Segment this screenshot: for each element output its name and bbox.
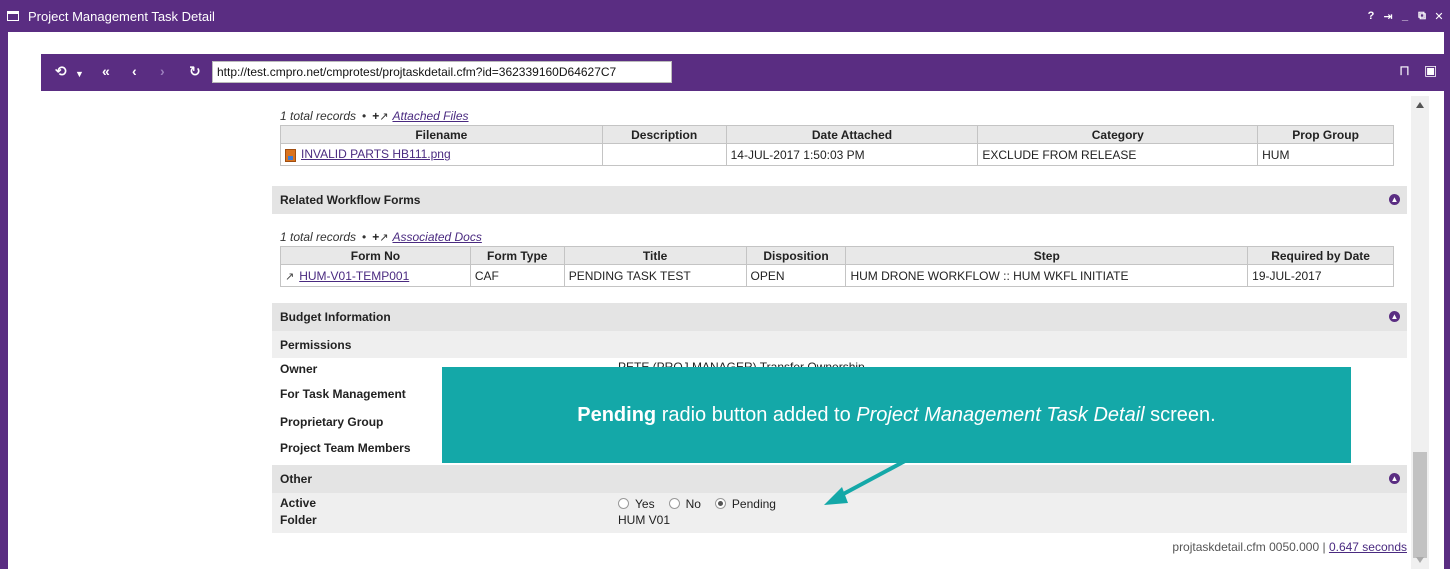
table-row: ↗ HUM-V01-TEMP001 CAF PENDING TASK TEST O… [280,264,1394,287]
scroll-up-icon[interactable] [1416,102,1424,108]
minimize-icon[interactable]: _ [1400,10,1410,23]
owner-label: Owner [280,362,318,376]
cell-date: 14-JUL-2017 1:50:03 PM [725,143,979,166]
column-header[interactable]: Form Type [469,246,565,265]
help-icon[interactable]: ? [1366,10,1376,23]
form-no-link[interactable]: HUM-V01-TEMP001 [299,269,409,283]
pin-icon[interactable]: ⇥ [1383,10,1393,23]
workflow-records: 1 total records • +↗ Associated Docs [280,230,482,244]
page-footer: projtaskdetail.cfm 0050.000 | 0.647 seco… [1172,540,1407,554]
attached-files-link[interactable]: Attached Files [392,109,468,123]
collapse-icon[interactable]: ▲ [1389,311,1400,322]
column-header[interactable]: Category [977,125,1259,144]
scroll-down-icon[interactable] [1416,557,1424,563]
collapse-icon[interactable]: ▲ [1389,473,1400,484]
column-header[interactable]: Description [601,125,727,144]
bookmark-icon[interactable]: ⊓ [1399,62,1410,79]
radio-yes[interactable] [618,498,629,509]
forward-icon[interactable]: › [160,62,165,80]
project-team-label: Project Team Members [280,441,411,455]
workflow-forms-table: Form No Form Type Title Disposition Step… [280,246,1394,287]
window-icon [7,11,19,21]
history-dropdown-icon[interactable]: ▼ [75,65,84,83]
collapse-icon[interactable]: ▲ [1389,194,1400,205]
timing-link[interactable]: 0.647 seconds [1329,540,1407,554]
browser-toolbar: ⟲ ▼ « ‹ › ↻ http://test.cmpro.net/cmprot… [41,54,1445,91]
title-bar: Project Management Task Detail ? ⇥ _ ⧉ ✕ [0,0,1450,32]
vertical-scrollbar[interactable] [1411,96,1429,569]
url-field[interactable]: http://test.cmpro.net/cmprotest/projtask… [212,61,672,83]
column-header[interactable]: Step [845,246,1249,265]
scroll-thumb[interactable] [1413,452,1427,558]
section-budget-information[interactable]: Budget Information ▲ [272,303,1407,331]
cell-form-type: CAF [469,264,565,287]
task-management-label: For Task Management [280,387,406,401]
column-header[interactable]: Prop Group [1257,125,1394,144]
radio-no[interactable] [668,498,680,509]
folder-value: HUM V01 [618,513,671,527]
section-related-workflow[interactable]: Related Workflow Forms ▲ [272,186,1407,214]
external-link-icon: ↗ [379,111,389,123]
first-page-icon[interactable]: « [102,62,110,80]
refresh-icon[interactable]: ↻ [189,62,201,80]
image-file-icon [285,148,296,162]
window-controls: ? ⇥ _ ⧉ ✕ [1366,10,1444,23]
column-header[interactable]: Title [563,246,747,265]
annotation-callout: Pending radio button added to Project Ma… [442,367,1351,463]
column-header[interactable]: Form No [280,246,471,265]
cell-prop-group: HUM [1257,143,1394,166]
close-icon[interactable]: ✕ [1434,10,1444,23]
cell-title: PENDING TASK TEST [563,264,747,287]
cell-required-by: 19-JUL-2017 [1247,264,1394,287]
cell-disposition: OPEN [745,264,847,287]
window-title: Project Management Task Detail [28,9,215,24]
radio-pending[interactable] [714,498,726,509]
permissions-header: Permissions [272,331,1407,358]
active-label: Active [280,496,317,510]
column-header[interactable]: Date Attached [725,125,979,144]
associated-docs-link[interactable]: Associated Docs [392,230,481,244]
attached-files-records: 1 total records • +↗ Attached Files [280,109,469,123]
column-header[interactable]: Disposition [745,246,847,265]
column-header[interactable]: Required by Date [1247,246,1394,265]
attached-files-table: Filename Description Date Attached Categ… [280,125,1394,166]
proprietary-group-label: Proprietary Group [280,415,384,429]
file-link[interactable]: INVALID PARTS HB111.png [301,147,451,161]
cell-category: EXCLUDE FROM RELEASE [977,143,1259,166]
column-header[interactable]: Filename [280,125,603,144]
table-row: INVALID PARTS HB111.png 14-JUL-2017 1:50… [280,143,1394,166]
history-icon[interactable]: ⟲ [55,62,67,80]
callout-arrow-icon [824,459,906,505]
back-icon[interactable]: ‹ [132,62,137,80]
external-link-icon: ↗ [379,232,389,244]
cell-step: HUM DRONE WORKFLOW :: HUM WKFL INITIATE [845,264,1249,287]
save-icon[interactable]: ▣ [1424,62,1437,79]
external-link-icon: ↗ [285,270,295,283]
restore-icon[interactable]: ⧉ [1417,10,1427,23]
active-radio-group: Yes No Pending [618,497,790,511]
cell-description [601,143,727,166]
folder-label: Folder [280,513,317,527]
